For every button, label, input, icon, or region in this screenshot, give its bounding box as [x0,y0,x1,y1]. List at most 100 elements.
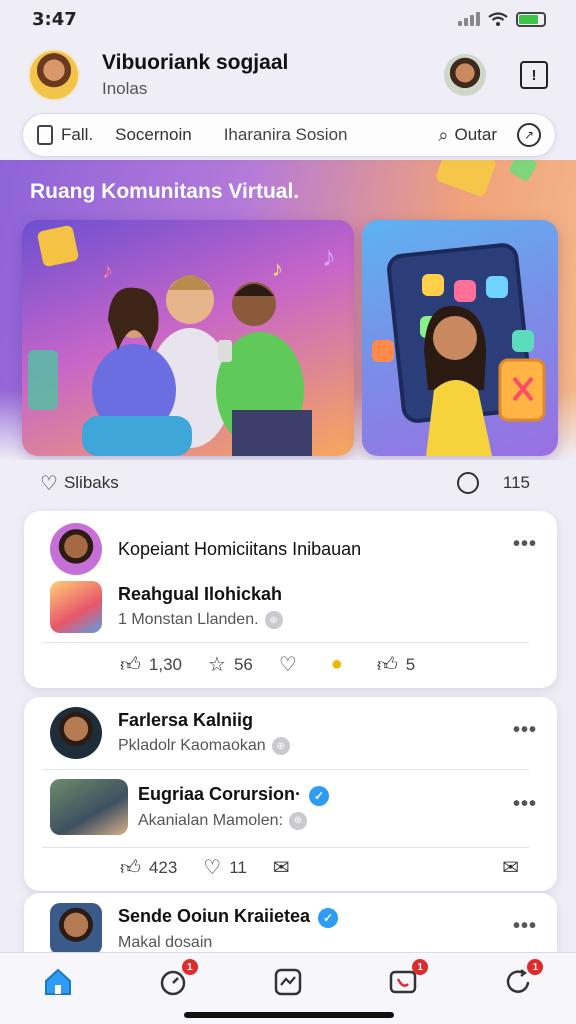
signal-icon [458,12,480,26]
filter-session[interactable]: Iharanira Sosion [224,125,439,145]
post-text: Eugriaa Corursion· ✓ Akanialan Mamolen: ⊕ [128,784,330,830]
search-bar[interactable]: Fall. Socernoin Iharanira Sosion ⌕ Outar… [22,113,556,157]
tab-calls[interactable]: 1 [386,959,429,999]
likes-label[interactable]: Slibaks [64,473,457,493]
post-title[interactable]: Eugriaa Corursion· [138,784,301,804]
bookmark-count: 5 [405,654,416,674]
status-icons [458,11,546,27]
post-subtitle: Akanialan Mamolen: [138,811,283,829]
search-icon[interactable]: ⌕ [438,125,448,146]
status-time: 3:47 [32,8,77,30]
notification-badge: 1 [527,959,544,975]
globe-icon: ⊕ [288,811,307,830]
post-meta: Akanialan Mamolen: ⊕ [138,811,329,830]
home-icon [44,968,71,995]
comment-action[interactable]: ● [331,653,351,676]
notification-badge: 1 [181,959,198,975]
like-action[interactable]: 👍︎ 1,30 [120,653,182,677]
post-subtitle: 1 Monstan Llanden. [118,611,259,629]
device-icon [37,125,53,145]
more-icon[interactable]: ••• [513,533,537,556]
engagement-row: ♡ Slibaks 115 [40,468,530,498]
post-subtitle: Makal dosain [118,933,213,951]
post-card[interactable]: Kopeiant Homiciitans Inibauan ••• Reahgu… [24,511,557,688]
post-header: Kopeiant Homiciitans Inibauan [50,523,537,575]
post-title-row: Eugriaa Corursion· ✓ [138,784,330,806]
verified-icon: ✓ [318,907,339,928]
post-text: Sende Ooiun Kraiietea ✓ Makal dosain [102,906,339,951]
more-icon[interactable]: ••• [513,793,537,816]
divider [42,769,529,770]
post-thumbnail[interactable] [50,581,102,633]
like-action[interactable]: 👍︎ 423 [120,856,177,880]
post-card[interactable]: Farlersa Kalniig Pkladolr Kaomaokan ⊕ •••… [24,697,557,891]
filter-all[interactable]: Fall. [61,125,93,145]
chat-bubble-icon: ● [330,653,343,675]
girl-illustration [424,305,546,456]
compass-icon[interactable]: ↗ [517,123,541,147]
post-header: Farlersa Kalniig Pkladolr Kaomaokan ⊕ [50,707,537,759]
comment-icon[interactable] [456,472,479,494]
heart-action[interactable]: ♡ [279,652,305,677]
post-author-row: Reahgual Ilohickah 1 Monstan Llanden. ⊕ [50,581,537,633]
battery-icon [516,11,546,27]
heart-icon[interactable]: ♡ [40,471,58,496]
star-count: 56 [233,654,253,674]
tab-bar: 1 1 1 [0,952,576,1024]
tab-activity[interactable] [271,965,305,999]
bookmark-action[interactable]: 👍︎ 5 [377,653,415,677]
like-count: 1,30 [148,654,182,674]
exit-link[interactable]: Outar [454,125,497,145]
more-icon[interactable]: ••• [513,719,537,742]
heart-action[interactable]: ♡ 11 [203,855,247,880]
heart-icon: ♡ [203,857,222,879]
avatar[interactable] [50,903,102,955]
post-author-row: Eugriaa Corursion· ✓ Akanialan Mamolen: ⊕ [50,779,537,835]
hero-banner: Ruang Komunitans Virtual. ♪ ♪ ♪ [0,160,576,460]
post-actions: 👍︎ 1,30 ☆ 56 ♡ ● 👍︎ 5 [120,652,527,677]
svg-text:♪: ♪ [272,256,283,281]
like-count: 423 [148,857,178,877]
post-title-row: Sende Ooiun Kraiietea ✓ [118,906,339,928]
more-icon[interactable]: ••• [513,915,537,938]
tab-stopwatch[interactable]: 1 [156,959,198,999]
avatar[interactable] [50,707,102,759]
post-thumbnail[interactable] [50,779,128,835]
svg-text:♪: ♪ [322,241,336,272]
app-subtitle: Inolas [102,79,148,98]
comment-count: 115 [502,473,530,492]
tab-refresh[interactable]: 1 [501,959,544,999]
message-action[interactable]: ✉ [502,855,527,880]
decor-shape [507,160,539,183]
wifi-icon [488,12,508,26]
friend-avatar[interactable] [444,54,486,96]
thumbs-up-icon: 👍︎ [120,856,141,879]
avatar[interactable] [50,523,102,575]
share-action[interactable]: ✉ [273,855,298,880]
filter-social[interactable]: Socernoin [115,125,192,145]
tab-home[interactable] [41,965,75,999]
verified-icon: ✓ [309,785,330,806]
thumbs-up-icon: 👍︎ [120,653,141,676]
post-title[interactable]: Reahgual Ilohickah [118,584,283,605]
post-group-name[interactable]: Kopeiant Homiciitans Inibauan [118,539,361,560]
post-actions: 👍︎ 423 ♡ 11 ✉ ✉ [120,855,527,880]
hero-title: Ruang Komunitans Virtual. [30,180,300,203]
hero-image-apps[interactable] [362,220,558,456]
heart-icon: ♡ [278,654,297,676]
mail-icon: ✉ [272,857,290,879]
app-header: Vibuoriank sogjaal Inolas ! [0,38,576,112]
post-meta: 1 Monstan Llanden. ⊕ [118,611,283,630]
star-icon: ☆ [208,654,226,676]
profile-avatar[interactable] [28,49,80,101]
divider [42,847,529,848]
post-title[interactable]: Sende Ooiun Kraiietea [118,906,310,926]
author-name[interactable]: Farlersa Kalniig [118,710,290,731]
star-action[interactable]: ☆ 56 [208,652,253,677]
divider [42,642,529,643]
notification-button[interactable]: ! [520,61,548,89]
hero-image-friends[interactable]: ♪ ♪ ♪ [22,220,354,456]
thumbs-up-icon: 👍︎ [376,653,398,676]
app-title: Vibuoriank sogjaal [102,51,289,74]
author-meta: Pkladolr Kaomaokan ⊕ [118,737,290,756]
